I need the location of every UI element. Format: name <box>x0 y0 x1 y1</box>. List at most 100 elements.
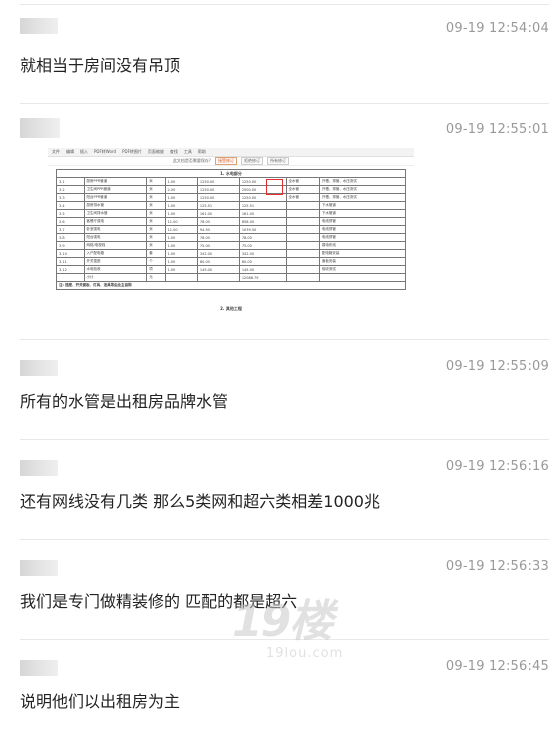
toolbar-item: PDF转Word <box>94 149 117 154</box>
table-cell: 套 <box>146 249 166 258</box>
divider <box>20 4 549 5</box>
table-cell: 1.00 <box>164 201 198 210</box>
divider <box>20 103 549 104</box>
table-cell: 开关插座 <box>83 257 148 266</box>
table-cell: 卫生间排水管 <box>83 209 148 218</box>
table-cell: 1.00 <box>164 265 198 274</box>
table-cell: 80.00 <box>238 257 287 266</box>
table-cell: 3.10 <box>56 249 85 258</box>
table-cell: 卫生间PPR管道 <box>83 185 148 194</box>
table-cell <box>285 217 320 226</box>
avatar <box>20 660 58 676</box>
table-row: 小计元 12086.79 <box>56 273 407 282</box>
table-cell: 电线穿管 <box>318 225 407 234</box>
table-cell: 元 <box>146 273 166 282</box>
screenshot-toolbar: 文件 编辑 插入 PDF转Word PDF转图片 页面缩放 查找 工具 帮助 <box>48 148 414 157</box>
table-cell: 厨房排水管 <box>83 201 148 210</box>
table-row: 3.4 厨房排水管米 1.00 125.51 125.51 下水管道 <box>56 201 407 210</box>
table-cell: 75.00 <box>238 241 287 250</box>
table-cell: 145.00 <box>196 265 240 274</box>
table-row: 3.6 客餐厅强电米 11.00 78.00 858.00 电线穿管 <box>56 217 407 226</box>
timestamp: 09-19 12:56:16 <box>445 459 549 474</box>
table-cell: 米 <box>146 193 166 202</box>
table-cell: 94.50 <box>196 225 240 234</box>
table-cell <box>285 241 320 250</box>
table-cell: 342.00 <box>238 249 287 258</box>
avatar <box>20 18 58 34</box>
table-cell <box>164 273 198 282</box>
table-cell: 网络/电视线 <box>83 241 148 250</box>
table-cell: 1.00 <box>164 233 198 242</box>
table-cell: 下水管道 <box>318 201 407 210</box>
table-cell: 开槽、排管、水压测试 <box>318 193 407 202</box>
table-row: 3.8 阳台强电米 1.00 78.00 78.00 电线穿管 <box>56 233 407 242</box>
toolbar-item: 工具 <box>183 149 192 154</box>
attached-screenshot[interactable]: 文件 编辑 插入 PDF转Word PDF转图片 页面缩放 查找 工具 帮助 此… <box>48 148 414 318</box>
table-cell: 米 <box>146 241 166 250</box>
timestamp: 09-19 12:56:45 <box>445 659 549 674</box>
table-cell: 开槽、排管、水压测试 <box>318 177 407 186</box>
table-cell: 3.11 <box>56 257 85 266</box>
table-cell: 161.00 <box>238 209 287 218</box>
table-row: 3.5 卫生间排水管米 1.00 161.00 161.00 下水管道 <box>56 209 407 218</box>
table-cell: 3.5 <box>56 209 85 218</box>
table-cell: 面板安装 <box>318 257 407 266</box>
table-cell: 阳台PPR管道 <box>83 193 148 202</box>
table-cell <box>285 249 320 258</box>
table-cell: 米 <box>146 225 166 234</box>
table-cell <box>285 265 320 274</box>
quote-table: 1. 水电部分 3.1 厨房PPR管道米 1.00 1250.00 1250.00 全水管… <box>56 169 407 290</box>
message-text: 说明他们以出租房为主 <box>20 692 181 711</box>
table-cell: 水电验收 <box>83 265 148 274</box>
table-cell: 3.1 <box>56 177 85 186</box>
table-cell <box>285 225 320 234</box>
divider <box>20 639 549 640</box>
table-cell: 3.2 <box>56 185 85 194</box>
avatar <box>20 560 58 576</box>
table-row: 3.2 卫生间PPR管道米 2.00 1250.00 2500.00 全水管 开槽、排管、水… <box>56 185 407 194</box>
table-cell: 3.6 <box>56 217 85 226</box>
message-text: 就相当于房间没有吊顶 <box>20 56 181 75</box>
timestamp: 09-19 12:54:04 <box>445 21 549 36</box>
table-cell: 80.00 <box>196 257 240 266</box>
table-cell: 1250.00 <box>196 177 240 186</box>
toolbar-item: PDF转图片 <box>122 149 142 154</box>
toolbar-item: 文件 <box>52 149 60 154</box>
table-cell <box>285 273 320 282</box>
table-cell: 卧室强电 <box>83 225 148 234</box>
table-cell: 75.00 <box>196 241 240 250</box>
watermark-url: 19lou.com <box>266 646 344 661</box>
table-cell: 78.00 <box>238 233 287 242</box>
table-cell: 1.00 <box>164 249 198 258</box>
divider <box>20 439 549 440</box>
table-cell: 开槽、排管、水压测试 <box>318 185 407 194</box>
table-row: 3.9 网络/电视线米 1.00 75.00 75.00 弱电布线 <box>56 241 407 250</box>
table-cell: 小计 <box>83 273 148 282</box>
table-cell: 12086.79 <box>238 273 287 282</box>
table-cell: 11.00 <box>164 217 198 226</box>
table-cell: 米 <box>146 185 166 194</box>
table-cell: 3.7 <box>56 225 85 234</box>
table-cell: 1250.00 <box>196 193 240 202</box>
table-cell: 1.00 <box>164 241 198 250</box>
table-cell <box>318 273 407 282</box>
table-cell: 米 <box>146 177 166 186</box>
table-cell: 1.00 <box>164 257 198 266</box>
table-cell: 145.00 <box>238 265 287 274</box>
toolbar-item: 插入 <box>80 149 88 154</box>
toolbar-item: 页面缩放 <box>147 149 164 154</box>
divider <box>20 339 549 340</box>
notice-text: 此文档是否需要保存? <box>172 158 212 163</box>
table-cell <box>285 201 320 210</box>
table-cell: 下水管道 <box>318 209 407 218</box>
table-cell: 161.00 <box>196 209 240 218</box>
table-cell: 1.00 <box>164 177 198 186</box>
table-cell: 11.00 <box>164 225 198 234</box>
table-cell: 阳台强电 <box>83 233 148 242</box>
table-cell: 3.9 <box>56 241 85 250</box>
table-cell: 3.12 <box>56 265 85 274</box>
table-note: 注: 插座、开关面板、灯具、洁具等由业主自购 <box>56 281 406 290</box>
table-cell: 客餐厅强电 <box>83 217 148 226</box>
table-cell: 125.51 <box>196 201 240 210</box>
table-cell: 入户配电箱 <box>83 249 148 258</box>
